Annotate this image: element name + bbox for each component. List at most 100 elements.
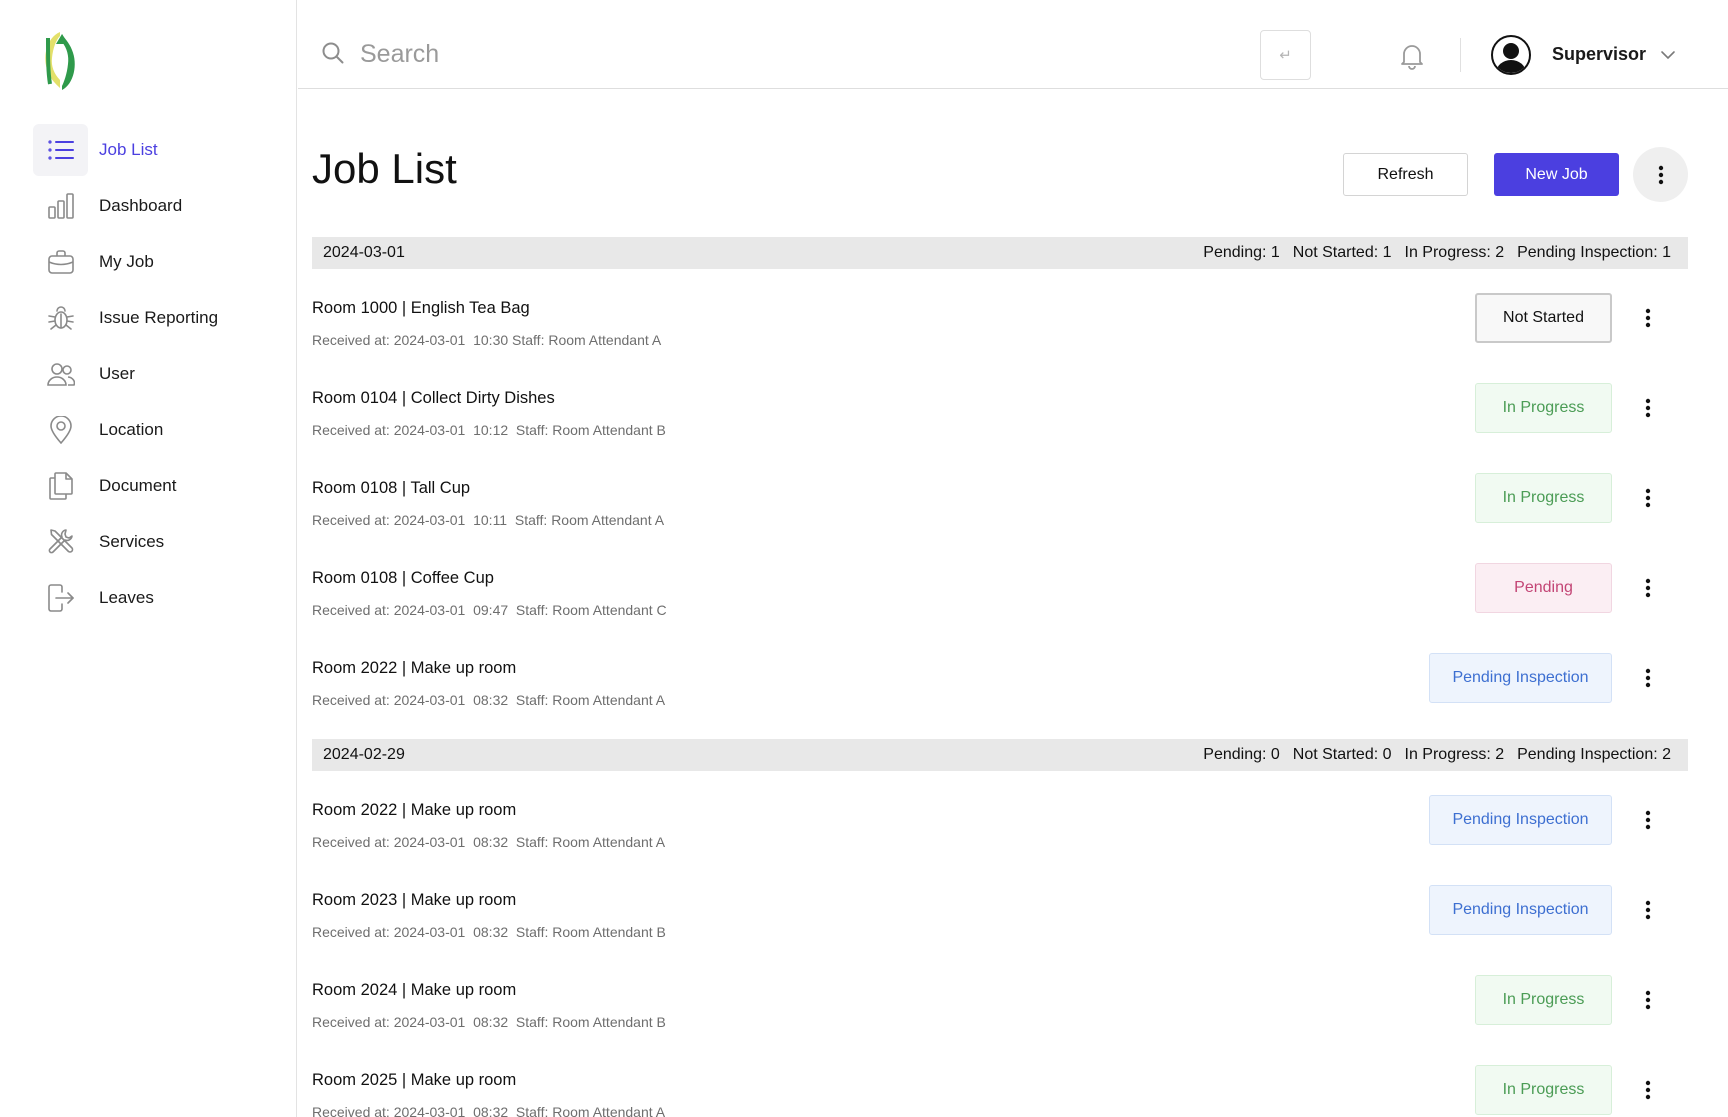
group-header: 2024-02-29 Pending: 0 Not Started: 0 In Pro… (312, 739, 1688, 771)
sidebar-item-location[interactable]: Location (33, 404, 273, 456)
more-vertical-icon (1645, 308, 1651, 328)
documents-icon (33, 460, 88, 512)
group-stat: Not Started: 1 (1292, 244, 1392, 261)
more-vertical-icon (1645, 900, 1651, 920)
job-meta: Received at: 2024-03-01 10:30 Staff: Roo… (312, 332, 662, 348)
job-row[interactable]: Room 2025 | Make up room Received at: 202… (312, 1041, 1688, 1117)
page-more-button[interactable] (1633, 147, 1688, 202)
job-title: Room 0108 | Tall Cup (312, 479, 471, 497)
status-badge[interactable]: In Progress (1475, 1065, 1612, 1115)
job-meta: Received at: 2024-03-01 10:11 Staff: Roo… (312, 512, 665, 528)
user-silhouette-icon (1496, 43, 1526, 73)
status-badge[interactable]: In Progress (1475, 473, 1612, 523)
group-stat: In Progress: 2 (1404, 244, 1505, 261)
bug-icon (33, 292, 88, 344)
row-more-button[interactable] (1638, 667, 1658, 689)
sidebar-item-my-job[interactable]: My Job (33, 236, 273, 288)
row-more-button[interactable] (1638, 307, 1658, 329)
row-more-button[interactable] (1638, 989, 1658, 1011)
group-stat: Pending Inspection: 2 (1517, 746, 1671, 763)
group-stats: Pending: 1 Not Started: 1 In Progress: 2 Pe… (1203, 244, 1671, 262)
search-submit-button[interactable]: ↵ (1260, 30, 1311, 80)
search-icon (322, 42, 344, 64)
row-more-button[interactable] (1638, 577, 1658, 599)
top-header: ↵ Supervisor (298, 0, 1728, 89)
job-group: 2024-03-01 Pending: 1 Not Started: 1 In Pro… (312, 237, 1688, 719)
job-title: Room 2023 | Make up room (312, 891, 517, 909)
job-meta: Received at: 2024-03-01 08:32 Staff: Roo… (312, 834, 666, 850)
job-row[interactable]: Room 0108 | Coffee Cup Received at: 2024-… (312, 539, 1688, 629)
status-badge[interactable]: Pending (1475, 563, 1612, 613)
group-stat: In Progress: 2 (1404, 746, 1505, 763)
job-title: Room 0104 | Collect Dirty Dishes (312, 389, 555, 407)
row-more-button[interactable] (1638, 1079, 1658, 1101)
sidebar-item-dashboard[interactable]: Dashboard (33, 180, 273, 232)
job-meta: Received at: 2024-03-01 08:32 Staff: Roo… (312, 692, 666, 708)
job-group: 2024-02-29 Pending: 0 Not Started: 0 In Pro… (312, 739, 1688, 1117)
status-badge[interactable]: In Progress (1475, 383, 1612, 433)
job-row[interactable]: Room 1000 | English Tea Bag Received at: … (312, 269, 1688, 359)
status-badge[interactable]: Pending Inspection (1429, 795, 1612, 845)
search-input[interactable] (360, 34, 1160, 74)
status-badge[interactable]: Not Started (1475, 293, 1612, 343)
more-vertical-icon (1645, 398, 1651, 418)
sidebar-item-label: Job List (99, 140, 158, 159)
job-meta: Received at: 2024-03-01 08:32 Staff: Roo… (312, 924, 666, 940)
sidebar-item-document[interactable]: Document (33, 460, 273, 512)
status-badge[interactable]: Pending Inspection (1429, 653, 1612, 703)
more-vertical-icon (1645, 488, 1651, 508)
more-vertical-icon (1645, 810, 1651, 830)
briefcase-icon (33, 236, 88, 288)
avatar[interactable] (1491, 35, 1531, 75)
job-row[interactable]: Room 2024 | Make up room Received at: 202… (312, 951, 1688, 1041)
group-header: 2024-03-01 Pending: 1 Not Started: 1 In Pro… (312, 237, 1688, 269)
sidebar-item-label: Dashboard (99, 196, 183, 215)
group-stat: Not Started: 0 (1292, 746, 1392, 763)
more-vertical-icon (1645, 668, 1651, 688)
job-row[interactable]: Room 2023 | Make up room Received at: 202… (312, 861, 1688, 951)
page-title: Job List (312, 145, 457, 192)
group-date: 2024-02-29 (323, 746, 405, 763)
row-more-button[interactable] (1638, 899, 1658, 921)
logout-icon (33, 572, 88, 624)
job-title: Room 2024 | Make up room (312, 981, 517, 999)
sidebar-item-label: My Job (99, 252, 154, 271)
more-vertical-icon (1645, 1080, 1651, 1100)
row-more-button[interactable] (1638, 397, 1658, 419)
sidebar-item-leaves[interactable]: Leaves (33, 572, 273, 624)
job-row[interactable]: Room 2022 | Make up room Received at: 202… (312, 629, 1688, 719)
sidebar-item-label: Services (99, 532, 165, 551)
users-icon (33, 348, 88, 400)
sidebar-item-services[interactable]: Services (33, 516, 273, 568)
job-row[interactable]: Room 2022 | Make up room Received at: 202… (312, 771, 1688, 861)
header-divider (1460, 38, 1461, 72)
job-title: Room 0108 | Coffee Cup (312, 569, 494, 587)
chevron-down-icon[interactable] (1660, 47, 1676, 63)
new-job-button[interactable]: New Job (1494, 153, 1619, 196)
job-list: 2024-03-01 Pending: 1 Not Started: 1 In Pro… (312, 237, 1688, 1117)
user-name[interactable]: Supervisor (1552, 44, 1646, 65)
job-title: Room 2025 | Make up room (312, 1071, 517, 1089)
row-more-button[interactable] (1638, 487, 1658, 509)
group-stats: Pending: 0 Not Started: 0 In Progress: 2 Pe… (1203, 746, 1671, 764)
sidebar-item-user[interactable]: User (33, 348, 273, 400)
sidebar-item-issue-reporting[interactable]: Issue Reporting (33, 292, 273, 344)
refresh-button[interactable]: Refresh (1343, 153, 1468, 196)
bell-icon[interactable] (1398, 42, 1426, 70)
bar-chart-icon (33, 180, 88, 232)
sidebar-item-job-list[interactable]: Job List (33, 124, 273, 176)
more-vertical-icon (1658, 165, 1663, 184)
enter-icon: ↵ (1279, 47, 1292, 64)
status-badge[interactable]: Pending Inspection (1429, 885, 1612, 935)
map-pin-icon (33, 404, 88, 456)
group-stat: Pending: 1 (1203, 244, 1280, 261)
job-row[interactable]: Room 0104 | Collect Dirty Dishes Received… (312, 359, 1688, 449)
job-meta: Received at: 2024-03-01 10:12 Staff: Roo… (312, 422, 666, 438)
job-title: Room 2022 | Make up room (312, 659, 517, 677)
tools-icon (33, 516, 88, 568)
list-icon (33, 124, 88, 176)
job-row[interactable]: Room 0108 | Tall Cup Received at: 2024-03… (312, 449, 1688, 539)
row-more-button[interactable] (1638, 809, 1658, 831)
sidebar-item-label: Leaves (99, 588, 154, 607)
status-badge[interactable]: In Progress (1475, 975, 1612, 1025)
